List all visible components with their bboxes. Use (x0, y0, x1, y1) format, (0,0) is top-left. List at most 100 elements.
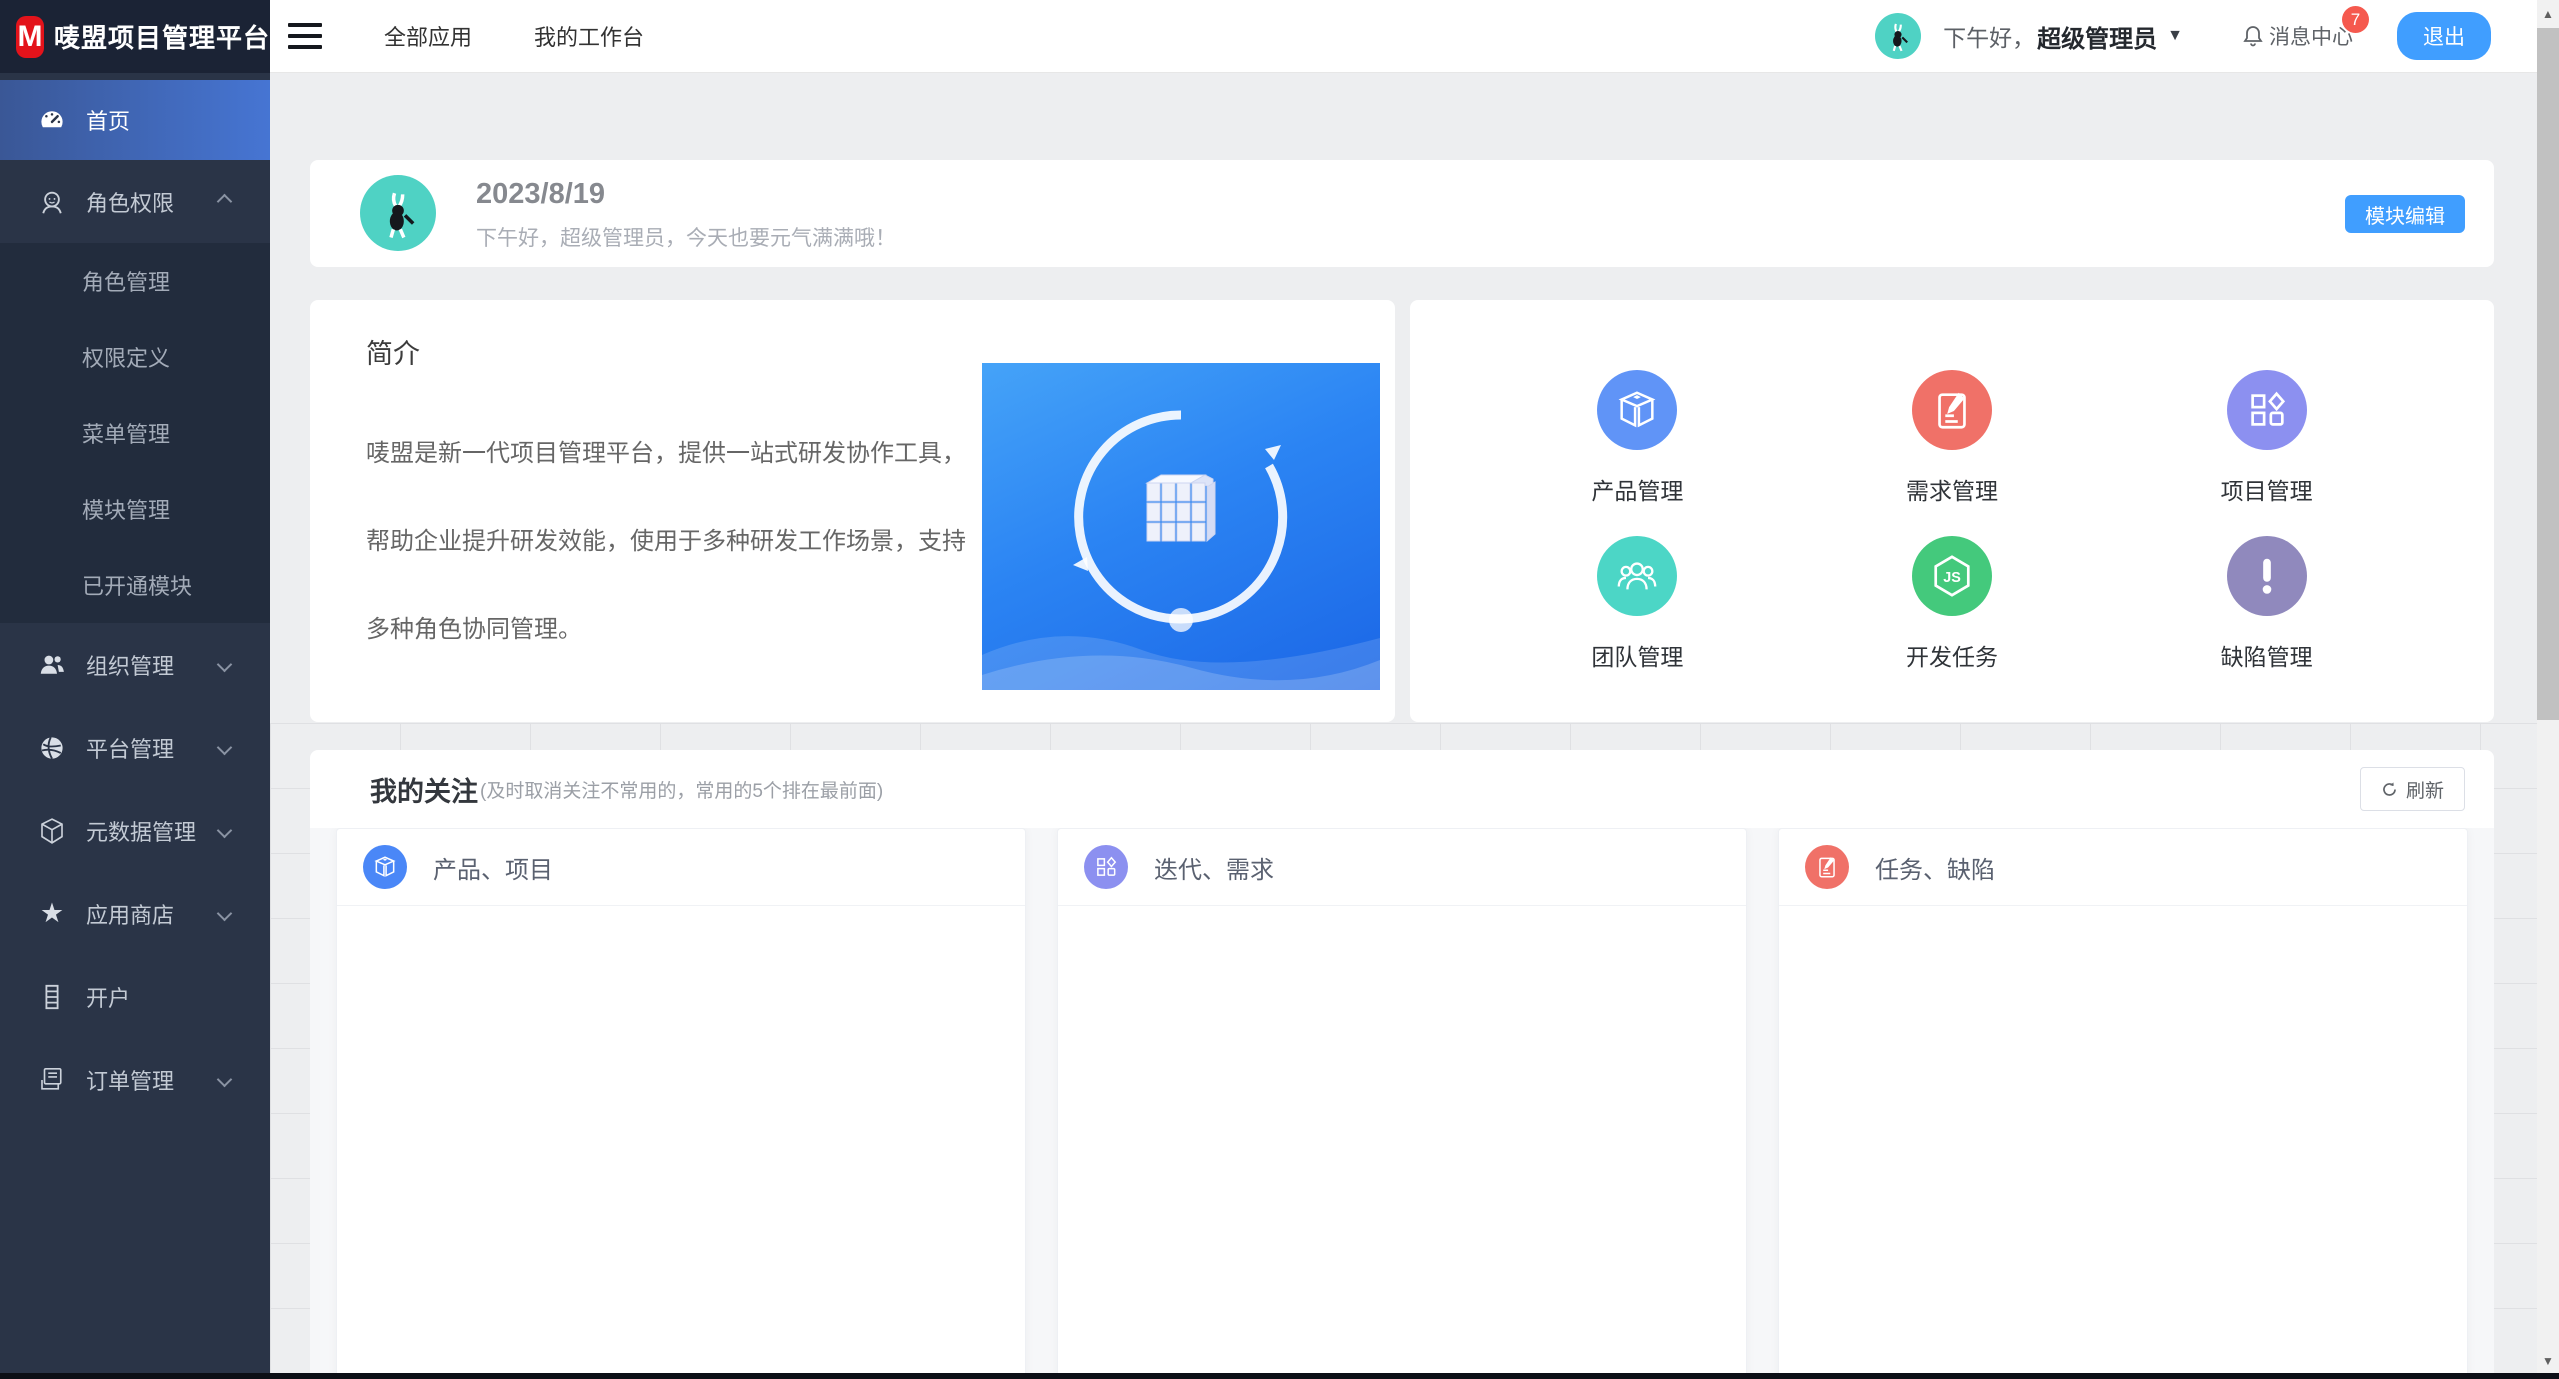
sidebar-item-organization[interactable]: 组织管理 (0, 623, 270, 706)
main-content: 2023/8/19 下午好，超级管理员，今天也要元气满满哦！ 模块编辑 简介 唛… (270, 73, 2537, 1379)
focus-card-header: 产品、项目 (337, 829, 1025, 906)
cube-icon (1597, 370, 1677, 450)
modules-card: 产品管理 需求管理 (1410, 300, 2494, 722)
sidebar-item-open-account[interactable]: 开户 (0, 955, 270, 1038)
sidebar-item-orders[interactable]: 订单管理 (0, 1038, 270, 1121)
focus-card-title: 任务、缺陷 (1875, 850, 1995, 885)
module-product-management[interactable]: 产品管理 (1480, 355, 1795, 521)
module-edit-button[interactable]: 模块编辑 (2345, 195, 2465, 233)
sidebar-subitem-permission-define[interactable]: 权限定义 (0, 319, 270, 395)
order-icon (36, 1064, 68, 1096)
refresh-button[interactable]: 刷新 (2360, 767, 2465, 811)
welcome-card: 2023/8/19 下午好，超级管理员，今天也要元气满满哦！ 模块编辑 (310, 160, 2494, 267)
focus-card-header: 任务、缺陷 (1779, 829, 2467, 906)
dashboard-icon (36, 104, 68, 136)
vertical-scrollbar[interactable] (2537, 0, 2559, 1379)
account-icon (36, 981, 68, 1013)
brand-area: M 唛盟项目管理平台 (0, 0, 270, 73)
chevron-down-icon (217, 657, 233, 673)
module-label: 需求管理 (1906, 472, 1998, 506)
refresh-icon (2381, 781, 2398, 798)
avatar-figure-icon (1881, 19, 1915, 53)
platform-icon (36, 732, 68, 764)
intro-text: 唛盟是新一代项目管理平台，提供一站式研发协作工具，帮助企业提升研发效能，使用于多… (366, 410, 966, 674)
module-dev-tasks[interactable]: JS 开发任务 (1795, 521, 2110, 687)
module-defect-management[interactable]: 缺陷管理 (2109, 521, 2424, 687)
hamburger-menu-icon[interactable] (288, 23, 322, 49)
sidebar-item-role-permission[interactable]: 角色权限 (0, 160, 270, 243)
sidebar-subitem-opened-modules[interactable]: 已开通模块 (0, 547, 270, 623)
module-requirement-management[interactable]: 需求管理 (1795, 355, 2110, 521)
sidebar-subitem-module-manage[interactable]: 模块管理 (0, 471, 270, 547)
grid-icon (1084, 845, 1128, 889)
scroll-up-arrow-icon[interactable] (2537, 0, 2559, 27)
intro-title: 简介 (366, 332, 420, 371)
sidebar-item-label: 平台管理 (86, 732, 174, 764)
chevron-down-icon (217, 823, 233, 839)
brand-title: 唛盟项目管理平台 (54, 18, 270, 55)
my-focus-title: 我的关注 (370, 770, 478, 809)
chevron-down-icon (217, 1072, 233, 1088)
top-header: 全部应用 我的工作台 下午好， 超级管理员 (270, 0, 2537, 73)
sidebar-item-label: 元数据管理 (86, 815, 196, 847)
logout-button[interactable]: 退出 (2397, 12, 2491, 60)
cube-icon (363, 845, 407, 889)
chevron-up-icon (217, 194, 233, 210)
my-focus-body: 产品、项目 迭代、需求 (310, 828, 2494, 1379)
sidebar-nav: 首页 角色权限 角色管理 权限定义 菜单管理 模块管理 已开通模块 (0, 73, 270, 1379)
message-count-badge: 7 (2342, 6, 2369, 33)
focus-card-title: 迭代、需求 (1154, 850, 1274, 885)
my-focus-header: 我的关注 (及时取消关注不常用的，常用的5个排在最前面) 刷新 (310, 750, 2494, 828)
tab-all-apps[interactable]: 全部应用 (384, 20, 472, 52)
sidebar-item-label: 角色权限 (86, 186, 174, 218)
org-icon (36, 649, 68, 681)
module-label: 产品管理 (1591, 472, 1683, 506)
sidebar-item-label: 订单管理 (86, 1064, 174, 1096)
module-label: 缺陷管理 (2221, 638, 2313, 672)
appstore-star-icon (36, 898, 68, 930)
wave-graphic (982, 600, 1380, 690)
svg-text:JS: JS (1943, 570, 1961, 586)
sidebar-item-label: 首页 (86, 104, 130, 136)
scrollbar-thumb[interactable] (2537, 28, 2559, 720)
tab-my-workbench[interactable]: 我的工作台 (534, 20, 644, 52)
sidebar-item-home[interactable]: 首页 (0, 80, 270, 160)
bell-icon (2241, 24, 2265, 48)
exclamation-icon (2227, 536, 2307, 616)
module-team-management[interactable]: 团队管理 (1480, 521, 1795, 687)
user-avatar[interactable] (1875, 13, 1921, 59)
welcome-message: 下午好，超级管理员，今天也要元气满满哦！ (476, 222, 896, 252)
doc-edit-icon (1912, 370, 1992, 450)
app-window: M 唛盟项目管理平台 全部应用 我的工作台 下午好， 超级管理员 (0, 0, 2559, 1379)
focus-card-iteration-requirement: 迭代、需求 (1057, 828, 1747, 1379)
chevron-down-icon (217, 906, 233, 922)
welcome-date: 2023/8/19 (476, 178, 605, 211)
focus-card-product-project: 产品、项目 (336, 828, 1026, 1379)
sidebar-item-label: 组织管理 (86, 649, 174, 681)
my-focus-note: (及时取消关注不常用的，常用的5个排在最前面) (480, 776, 883, 803)
sidebar-item-platform[interactable]: 平台管理 (0, 706, 270, 789)
module-label: 项目管理 (2221, 472, 2313, 506)
module-project-management[interactable]: 项目管理 (2109, 355, 2424, 521)
user-menu-trigger[interactable]: 下午好， 超级管理员 (1943, 19, 2183, 54)
message-center-link[interactable]: 消息中心 7 (2241, 21, 2353, 51)
module-label: 开发任务 (1906, 638, 1998, 672)
my-focus-panel: 我的关注 (及时取消关注不常用的，常用的5个排在最前面) 刷新 (310, 750, 2494, 1379)
metadata-icon (36, 815, 68, 847)
sidebar-item-label: 应用商店 (86, 898, 174, 930)
doc-edit-icon (1805, 845, 1849, 889)
chevron-down-icon (217, 740, 233, 756)
scroll-down-arrow-icon[interactable] (2537, 1347, 2559, 1374)
role-icon (36, 186, 68, 218)
grid-icon (2227, 370, 2307, 450)
refresh-label: 刷新 (2406, 776, 2444, 803)
sidebar-item-appstore[interactable]: 应用商店 (0, 872, 270, 955)
sidebar-item-label: 开户 (86, 981, 130, 1013)
sidebar-subitem-role-manage[interactable]: 角色管理 (0, 243, 270, 319)
username: 超级管理员 (2037, 19, 2157, 54)
sidebar-item-metadata[interactable]: 元数据管理 (0, 789, 270, 872)
bottom-edge-strip (0, 1373, 2559, 1379)
sidebar-subitem-menu-manage[interactable]: 菜单管理 (0, 395, 270, 471)
sidebar-submenu-role: 角色管理 权限定义 菜单管理 模块管理 已开通模块 (0, 243, 270, 623)
intro-card: 简介 唛盟是新一代项目管理平台，提供一站式研发协作工具，帮助企业提升研发效能，使… (310, 300, 1395, 722)
